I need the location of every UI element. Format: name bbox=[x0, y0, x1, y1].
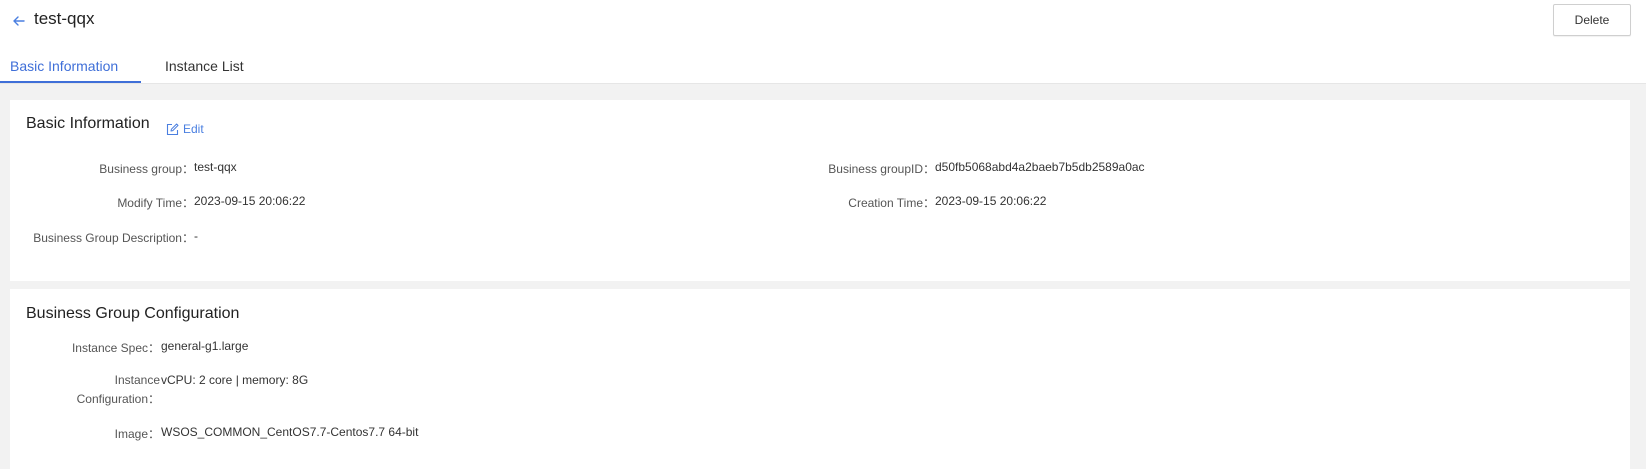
instance-config-value: vCPU: 2 core | memory: 8G bbox=[161, 373, 309, 387]
edit-icon bbox=[166, 123, 179, 136]
business-group-value: test-qqx bbox=[194, 160, 237, 174]
instance-config-label-line2: Configuration： bbox=[76, 392, 160, 406]
description-value: - bbox=[194, 229, 198, 243]
image-value: WSOS_COMMON_CentOS7.7-Centos7.7 64-bit bbox=[161, 425, 419, 439]
creation-time-label: Creation Time： bbox=[848, 196, 935, 210]
tab-instance-list[interactable]: Instance List bbox=[165, 58, 244, 74]
arrow-left-icon[interactable] bbox=[10, 12, 28, 30]
business-group-configuration-heading: Business Group Configuration bbox=[26, 305, 240, 322]
delete-button[interactable]: Delete bbox=[1553, 4, 1631, 36]
tab-basic-information[interactable]: Basic Information bbox=[10, 58, 118, 74]
edit-button[interactable]: Edit bbox=[166, 122, 204, 136]
basic-information-card: Basic Information Edit Business group： t… bbox=[10, 100, 1630, 281]
active-tab-indicator bbox=[0, 81, 141, 83]
description-label: Business Group Description： bbox=[33, 231, 194, 245]
business-group-configuration-card: Business Group Configuration Instance Sp… bbox=[10, 289, 1630, 469]
creation-time-value: 2023-09-15 20:06:22 bbox=[935, 194, 1047, 208]
business-group-id-value: d50fb5068abd4a2baeb7b5db2589a0ac bbox=[935, 160, 1145, 174]
modify-time-value: 2023-09-15 20:06:22 bbox=[194, 194, 306, 208]
instance-config-label-line1: Instance bbox=[114, 373, 160, 387]
page-title: test-qqx bbox=[34, 9, 95, 28]
instance-spec-label: Instance Spec： bbox=[71, 341, 160, 355]
edit-label: Edit bbox=[183, 122, 204, 136]
image-label: Image： bbox=[114, 427, 160, 441]
business-group-id-label: Business groupID： bbox=[828, 162, 935, 176]
basic-information-heading: Basic Information bbox=[26, 115, 150, 132]
business-group-label: Business group： bbox=[99, 162, 194, 176]
page-header: test-qqx Delete Basic Information Instan… bbox=[0, 0, 1646, 84]
instance-spec-value: general-g1.large bbox=[161, 339, 249, 353]
modify-time-label: Modify Time： bbox=[117, 196, 194, 210]
